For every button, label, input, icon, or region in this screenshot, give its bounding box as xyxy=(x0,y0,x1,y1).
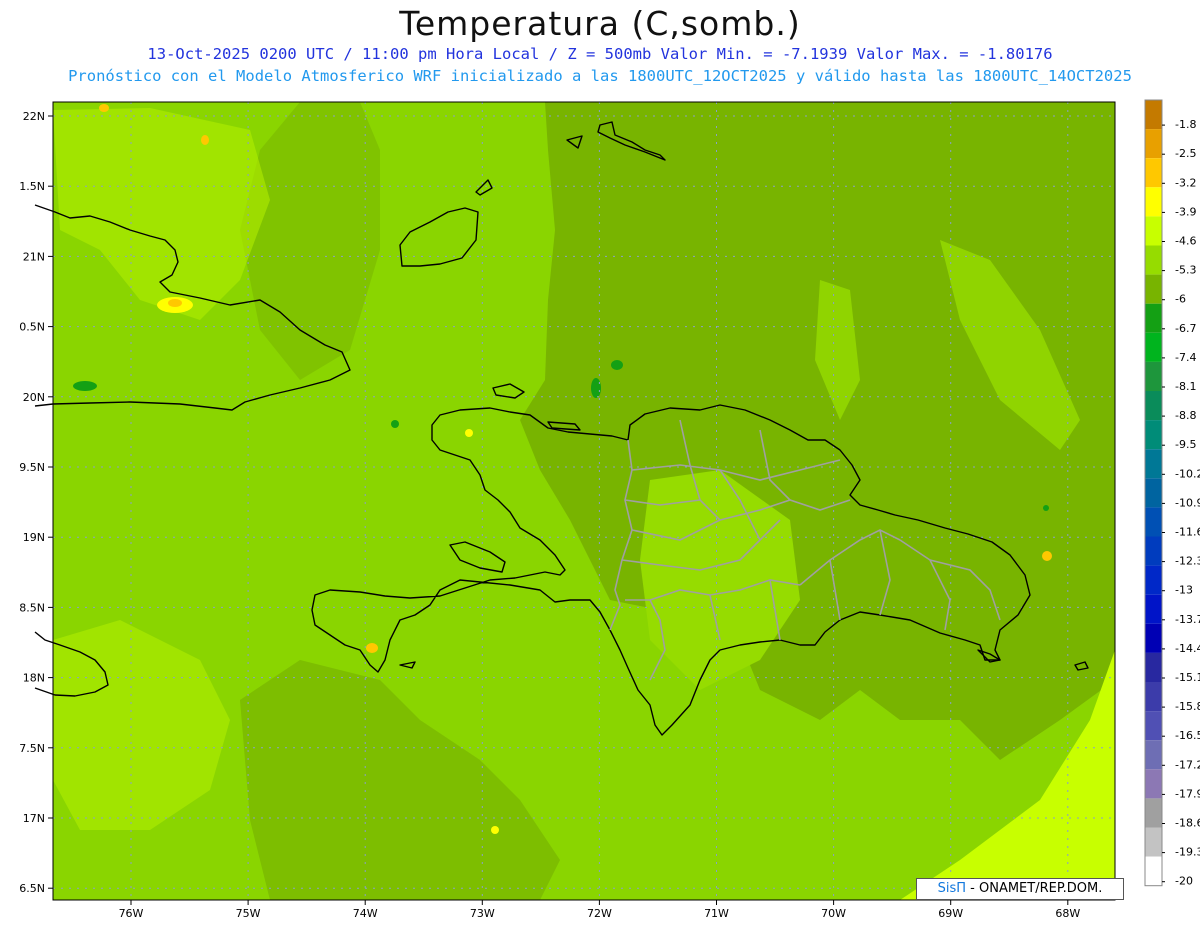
field-hot-spot xyxy=(491,826,499,834)
credit-text: - ONAMET/REP.DOM. xyxy=(970,881,1103,896)
colorbar-label: -9.5 xyxy=(1175,438,1196,451)
field-hot-spot xyxy=(201,135,209,145)
lon-label: 70W xyxy=(821,907,846,920)
colorbar-label: -4.6 xyxy=(1175,235,1196,248)
colorbar-label: -5.3 xyxy=(1175,264,1196,277)
colorbar-label: -13.7 xyxy=(1175,613,1200,626)
longitude-axis: 76W 75W 74W 73W 72W 71W 70W 69W 68W xyxy=(119,900,1080,920)
colorbar-label: -6.7 xyxy=(1175,322,1196,335)
map-title: Temperatura (C,somb.) xyxy=(399,4,801,43)
lat-label: 18N xyxy=(23,672,45,685)
colorbar-label: -8.1 xyxy=(1175,380,1196,393)
colorbar-label: -15.1 xyxy=(1175,671,1200,684)
colorbar-swatch xyxy=(1145,507,1162,537)
lon-label: 72W xyxy=(587,907,612,920)
colorbar-label: -20 xyxy=(1175,875,1193,888)
colorbar-label: -14.4 xyxy=(1175,642,1200,655)
colorbar-swatch xyxy=(1145,623,1162,653)
colorbar-swatch xyxy=(1145,216,1162,246)
map-subtitle-model: Pronóstico con el Modelo Atmosferico WRF… xyxy=(68,67,1132,85)
field-hot-spot xyxy=(1042,551,1052,561)
colorbar-swatch xyxy=(1145,856,1162,886)
map-figure: 22N 1.5N 21N 0.5N 20N 9.5N 19N 8.5N 18N 7.5N 17N 6.… xyxy=(19,99,1200,920)
lat-label: 6.5N xyxy=(19,882,45,895)
colorbar-swatch xyxy=(1145,100,1162,130)
colorbar-swatch xyxy=(1145,740,1162,770)
field-cold-spot xyxy=(611,360,623,370)
colorbar-swatch xyxy=(1145,361,1162,391)
colorbar-swatch xyxy=(1145,769,1162,799)
lon-label: 69W xyxy=(938,907,963,920)
field-hot-spot xyxy=(366,643,378,653)
colorbar-label: -10.2 xyxy=(1175,467,1200,480)
lat-label: 9.5N xyxy=(19,461,45,474)
lat-label: 8.5N xyxy=(19,601,45,614)
colorbar-swatch xyxy=(1145,274,1162,304)
colorbar-swatch xyxy=(1145,187,1162,217)
colorbar-label: -13 xyxy=(1175,584,1193,597)
temperature-field xyxy=(53,102,1115,900)
colorbar-swatch xyxy=(1145,449,1162,479)
colorbar-label: -17.2 xyxy=(1175,758,1200,771)
lat-label: 17N xyxy=(23,812,45,825)
colorbar-label: -15.8 xyxy=(1175,700,1200,713)
colorbar-label: -2.5 xyxy=(1175,147,1196,160)
colorbar-label: -10.9 xyxy=(1175,496,1200,509)
field-cold-spot xyxy=(591,378,601,398)
field-hot-spot xyxy=(465,429,473,437)
colorbar-label: -17.9 xyxy=(1175,787,1200,800)
lon-label: 68W xyxy=(1055,907,1080,920)
colorbar-label: -19.3 xyxy=(1175,846,1200,859)
colorbar-swatch xyxy=(1145,332,1162,362)
colorbar-swatch xyxy=(1145,682,1162,712)
colorbar-label: -16.5 xyxy=(1175,729,1200,742)
field-hot-spot xyxy=(168,299,182,307)
field-hot-spot xyxy=(99,104,109,112)
field-cold-spot xyxy=(73,381,97,391)
lon-label: 71W xyxy=(704,907,729,920)
colorbar-swatch xyxy=(1145,391,1162,421)
lat-label: 21N xyxy=(23,250,45,263)
lat-label: 19N xyxy=(23,531,45,544)
colorbar-swatch xyxy=(1145,798,1162,828)
colorbar-swatch xyxy=(1145,652,1162,682)
colorbar-label: -3.2 xyxy=(1175,176,1196,189)
lon-label: 74W xyxy=(353,907,378,920)
field-cold-spot xyxy=(1043,505,1049,511)
field-cold-spot xyxy=(391,420,399,428)
colorbar-swatch xyxy=(1145,245,1162,275)
map-subtitle-time: 13-Oct-2025 0200 UTC / 11:00 pm Hora Loc… xyxy=(147,45,1053,63)
lat-label: 0.5N xyxy=(19,321,45,334)
lat-label: 7.5N xyxy=(19,742,45,755)
lat-label: 22N xyxy=(23,110,45,123)
colorbar-swatch xyxy=(1145,565,1162,595)
colorbar-swatch xyxy=(1145,478,1162,508)
colorbar-swatch xyxy=(1145,420,1162,450)
colorbar-swatch xyxy=(1145,129,1162,159)
colorbar-swatch xyxy=(1145,536,1162,566)
credit-box: SisΠ - ONAMET/REP.DOM. xyxy=(916,878,1124,900)
colorbar-label: -6 xyxy=(1175,293,1186,306)
colorbar: -1.8 -2.5 -3.2 -3.9 -4.6 -5.3 -6 -6.7 -7.4 -8.1 -8… xyxy=(1144,99,1200,888)
colorbar-swatch xyxy=(1145,158,1162,188)
colorbar-swatch xyxy=(1145,711,1162,741)
colorbar-label: -8.8 xyxy=(1175,409,1196,422)
lon-label: 73W xyxy=(470,907,495,920)
colorbar-swatch xyxy=(1145,303,1162,333)
colorbar-label: -11.6 xyxy=(1175,526,1200,539)
colorbar-swatch xyxy=(1145,827,1162,857)
latitude-axis: 22N 1.5N 21N 0.5N 20N 9.5N 19N 8.5N 18N 7.5N 17N 6.… xyxy=(19,110,53,895)
colorbar-label: -7.4 xyxy=(1175,351,1196,364)
lon-label: 76W xyxy=(119,907,144,920)
lat-label: 20N xyxy=(23,391,45,404)
lon-label: 75W xyxy=(236,907,261,920)
lat-label: 1.5N xyxy=(19,180,45,193)
colorbar-label: -12.3 xyxy=(1175,555,1200,568)
colorbar-label: -3.9 xyxy=(1175,205,1196,218)
colorbar-swatch xyxy=(1145,594,1162,624)
credit-brand: SisΠ xyxy=(937,881,967,896)
colorbar-label: -18.6 xyxy=(1175,817,1200,830)
colorbar-label: -1.8 xyxy=(1175,118,1196,131)
